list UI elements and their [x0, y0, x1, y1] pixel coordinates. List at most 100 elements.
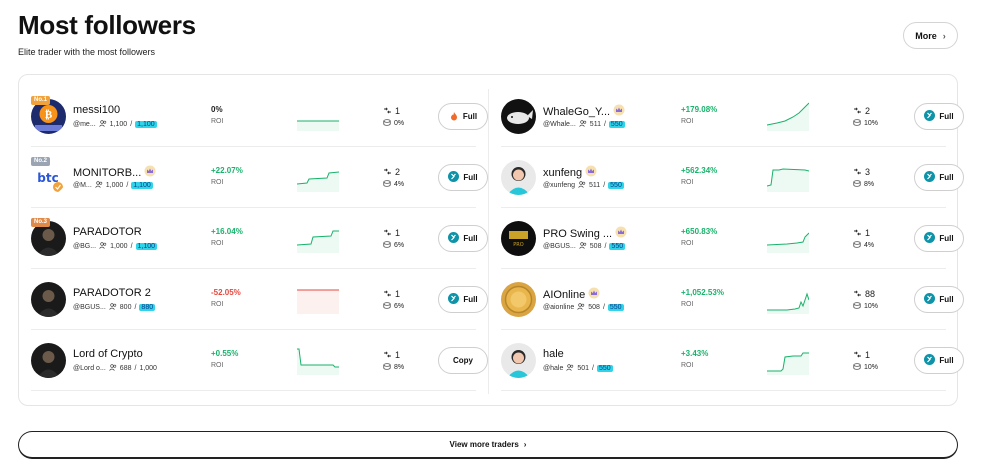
person-avatar[interactable] [31, 282, 66, 317]
roi-label: ROI [211, 362, 224, 369]
trader-name[interactable]: messi100 [73, 104, 120, 116]
action-button-label: Full [939, 356, 954, 365]
trader-name[interactable]: hale [543, 348, 564, 360]
trader-name[interactable]: PARADOTOR 2 [73, 287, 151, 299]
win-rate-stat: 6% [383, 302, 404, 311]
trader-row[interactable]: btc No.2 MONITORB... @M... 1,000/1,100 +22.07… [31, 148, 488, 208]
trader-row[interactable]: Lord of Crypto @Lord o... 688/1,000 +0.55% R… [31, 331, 488, 391]
action-button-label: Full [463, 173, 478, 182]
roi-value: +16.04% [211, 227, 243, 236]
trader-name[interactable]: WhaleGo_Y... [543, 104, 625, 119]
copy-trades-icon [383, 106, 392, 116]
win-rate-value: 10% [864, 120, 879, 127]
roi-label: ROI [211, 118, 224, 125]
roi-label: ROI [211, 240, 224, 247]
gold-coin-avatar[interactable] [501, 282, 536, 317]
followers-icon [578, 181, 586, 190]
followers-cap: 550 [607, 304, 624, 311]
full-button[interactable]: Full [914, 347, 964, 374]
followers-icon [98, 120, 107, 129]
roi-sparkline [297, 230, 339, 253]
copy-trades-count: 1 [395, 350, 401, 360]
trader-row[interactable]: PRO PRO Swing ... @BGUS... 508/550 +650.83% R… [501, 209, 964, 269]
win-rate-value: 10% [864, 303, 879, 310]
followers-cap: 880 [139, 304, 156, 311]
copy-trades-icon [383, 350, 392, 360]
roi-label: ROI [681, 118, 694, 125]
full-button[interactable]: Full [438, 103, 488, 130]
copy-trades-icon [383, 289, 392, 299]
trader-name-label: AIOnline [543, 288, 586, 301]
trader-row[interactable]: WhaleGo_Y... @Whale... 511/550 +179.08% ROI 2… [501, 87, 964, 147]
trader-name[interactable]: AIOnline [543, 287, 600, 302]
full-button[interactable]: Full [438, 225, 488, 252]
bitget-icon [448, 171, 460, 184]
full-button[interactable]: Full [914, 164, 964, 191]
trader-name[interactable]: PARADOTOR [73, 226, 142, 238]
trader-name-label: hale [543, 348, 564, 360]
default-avatar[interactable] [501, 343, 536, 378]
full-button[interactable]: Full [438, 286, 488, 313]
bitget-icon [924, 171, 936, 184]
trader-meta: @xunfeng 511/550 [543, 181, 624, 190]
trader-row[interactable]: xunfeng @xunfeng 511/550 +562.34% ROI 3 8% Full [501, 148, 964, 208]
bitget-icon [924, 354, 936, 367]
trader-handle: @BGUS... [73, 304, 106, 311]
trader-row[interactable]: AIOnline @aionline 508/550 +1,052.53% ROI 88 1… [501, 270, 964, 330]
trader-name[interactable]: MONITORB... [73, 165, 156, 180]
trader-handle: @BGUS... [543, 243, 576, 250]
copy-trades-stat: 1 [853, 228, 870, 238]
followers-count: 511 [589, 182, 601, 189]
copy-trades-icon [853, 106, 862, 116]
followers-cap: 550 [596, 365, 613, 372]
full-button[interactable]: Full [914, 103, 964, 130]
trader-name[interactable]: PRO Swing ... [543, 226, 627, 241]
full-button[interactable]: Full [438, 164, 488, 191]
coin-stack-icon [853, 119, 861, 128]
followers-cap: 1,100 [135, 121, 157, 128]
trader-row[interactable]: PARADOTOR 2 @BGUS... 800/880 -52.05% ROI 1 6% F… [31, 270, 488, 330]
trader-handle: @hale [543, 365, 564, 372]
win-rate-value: 6% [394, 303, 405, 310]
followers-count: 1,000 [105, 182, 124, 189]
person-avatar[interactable] [31, 343, 66, 378]
trader-handle: @M... [73, 182, 92, 189]
view-more-traders-button[interactable]: View more traders › [18, 431, 958, 459]
trader-name-label: WhaleGo_Y... [543, 105, 611, 118]
chevron-right-icon: › [942, 30, 946, 41]
trader-name[interactable]: xunfeng [543, 165, 597, 180]
pro-swing-avatar[interactable]: PRO [501, 221, 536, 256]
trader-row[interactable]: No.3 PARADOTOR @BG... 1,000/1,100 +16.04% ROI… [31, 209, 488, 269]
whale-avatar[interactable] [501, 99, 536, 134]
copy-trades-stat: 1 [383, 350, 400, 360]
sparkline-area [767, 294, 809, 314]
followers-cap: 1,000 [139, 365, 157, 372]
trader-handle: @aionline [543, 304, 575, 311]
followers-icon [577, 303, 585, 312]
full-button[interactable]: Full [914, 286, 964, 313]
trader-meta: @me... 1,100/1,100 [73, 120, 157, 129]
followers-count: 508 [588, 304, 600, 311]
trader-row[interactable]: hale @hale 501/550 +3.43% ROI 1 10% Full [501, 331, 964, 391]
default-avatar[interactable] [501, 160, 536, 195]
followers-cap: 550 [609, 243, 626, 250]
sparkline-area [297, 349, 339, 375]
fire-icon [449, 111, 459, 123]
trader-name[interactable]: Lord of Crypto [73, 348, 143, 360]
action-button-label: Full [939, 112, 954, 121]
roi-sparkline [767, 102, 809, 131]
rank-badge: No.3 [31, 218, 51, 227]
copy-trades-stat: 2 [853, 106, 870, 116]
full-button[interactable]: Full [914, 225, 964, 252]
chevron-right-icon: › [523, 440, 527, 449]
rank-badge: No.1 [31, 96, 51, 105]
more-button[interactable]: More › [903, 22, 958, 49]
elite-badge-icon [588, 287, 600, 302]
roi-sparkline [767, 168, 809, 192]
followers-separator: / [130, 121, 133, 128]
copy-trades-icon [383, 167, 392, 177]
win-rate-stat: 4% [853, 241, 874, 250]
copy-trades-count: 1 [395, 228, 401, 238]
copy-button[interactable]: Copy [438, 347, 488, 374]
trader-row[interactable]: ₿ No.1 messi100 @me... 1,100/1,100 0% ROI 1 0% Fu… [31, 87, 488, 147]
